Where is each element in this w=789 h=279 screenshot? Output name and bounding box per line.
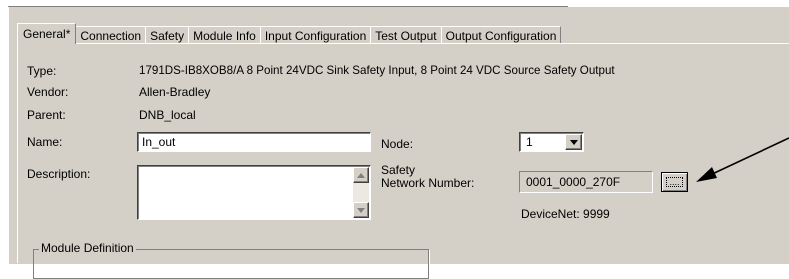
node-select[interactable]: 1	[519, 132, 584, 152]
parent-value: DNB_local	[139, 108, 196, 122]
name-field[interactable]: In_out	[137, 132, 371, 152]
tab-input-configuration[interactable]: Input Configuration	[259, 26, 372, 44]
vendor-label: Vendor:	[27, 85, 69, 99]
node-value: 1	[526, 135, 533, 149]
safety-network-label: Safety Network Number:	[381, 164, 474, 190]
tab-test-output[interactable]: Test Output	[370, 26, 442, 44]
name-label: Name:	[27, 135, 63, 149]
browse-button[interactable]: ....	[661, 172, 688, 192]
safety-network-number-field: 0001_0000_270F	[519, 171, 653, 193]
description-label: Description:	[27, 167, 91, 181]
scroll-up-arrow-icon[interactable]	[353, 167, 369, 183]
arrow-annotation-icon	[696, 137, 789, 182]
type-value: 1791DS-IB8XOB8/A 8 Point 24VDC Sink Safe…	[139, 64, 615, 77]
module-definition-title: Module Definition	[39, 241, 136, 255]
vendor-value: Allen-Bradley	[139, 85, 211, 99]
tab-safety[interactable]: Safety	[145, 26, 190, 44]
tab-output-configuration[interactable]: Output Configuration	[440, 26, 562, 44]
tab-connection[interactable]: Connection	[75, 26, 147, 44]
safety-network-label-line1: Safety	[381, 163, 416, 177]
chevron-down-icon[interactable]	[565, 134, 582, 150]
scroll-down-arrow-icon[interactable]	[353, 202, 369, 218]
safety-network-label-line2: Network Number:	[381, 176, 475, 190]
type-label: Type:	[27, 64, 57, 78]
tab-strip: General* Connection Safety Module Info I…	[17, 23, 562, 44]
node-label: Node:	[381, 137, 414, 151]
parent-label: Parent:	[27, 108, 66, 122]
tab-general[interactable]: General*	[17, 23, 77, 44]
description-scrollbar[interactable]	[353, 167, 369, 218]
window-divider	[8, 6, 568, 7]
browse-button-label: ....	[666, 177, 683, 187]
tab-module-info[interactable]: Module Info	[188, 26, 261, 44]
description-field[interactable]	[137, 165, 371, 220]
devicenet-text: DeviceNet: 9999	[521, 207, 610, 221]
